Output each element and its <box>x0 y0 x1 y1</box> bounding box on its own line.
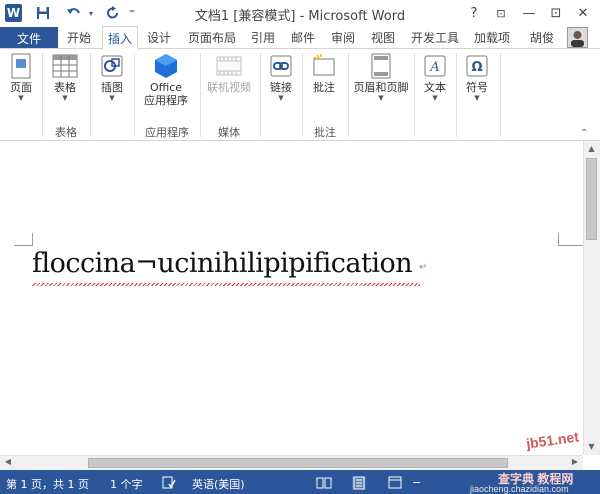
tab-mailings[interactable]: 邮件 <box>286 27 320 48</box>
chevron-down-icon: ▼ <box>474 94 480 102</box>
page-icon <box>8 53 34 79</box>
collapse-ribbon-icon[interactable]: ⌃ <box>580 128 588 139</box>
chevron-down-icon: ▼ <box>432 94 438 102</box>
tab-home[interactable]: 开始 <box>62 27 96 48</box>
group-separator <box>260 53 261 137</box>
close-button[interactable]: ✕ <box>571 3 595 23</box>
scroll-down-icon[interactable]: ▼ <box>583 442 600 451</box>
word-logo-icon[interactable]: W <box>5 4 22 22</box>
tab-addins[interactable]: 加载项 <box>470 27 514 48</box>
read-mode-icon[interactable] <box>316 476 332 492</box>
save-icon[interactable] <box>32 3 54 23</box>
group-label-tables: 表格 <box>55 126 77 139</box>
office-store-icon <box>153 53 179 79</box>
video-icon <box>216 53 242 79</box>
web-layout-icon[interactable] <box>388 476 402 492</box>
scroll-up-icon[interactable]: ▲ <box>583 144 600 153</box>
page-button[interactable]: 页面 ▼ <box>6 53 36 103</box>
chevron-down-icon: ▼ <box>62 94 68 102</box>
scroll-right-icon[interactable]: ▶ <box>569 457 581 466</box>
office-apps-button[interactable]: Office 应用程序 <box>138 53 194 107</box>
proofing-icon[interactable] <box>162 476 176 492</box>
text-box-icon: A <box>422 53 448 79</box>
chevron-down-icon: ▼ <box>18 94 24 102</box>
user-name[interactable]: 胡俊 <box>522 27 562 48</box>
ribbon-display-options-icon[interactable]: ⊡ <box>489 3 513 23</box>
paragraph-mark-icon: ↵ <box>419 262 428 273</box>
group-separator <box>456 53 457 137</box>
document-text[interactable]: floccina¬ucinihilipipification <box>32 248 413 279</box>
crop-mark-left <box>14 233 33 246</box>
online-video-button[interactable]: 联机视频 <box>204 53 254 94</box>
tab-references[interactable]: 引用 <box>246 27 280 48</box>
group-separator <box>90 53 91 137</box>
tab-view[interactable]: 视图 <box>366 27 400 48</box>
header-footer-button[interactable]: 页眉和页脚 ▼ <box>350 53 412 103</box>
document-canvas[interactable] <box>0 141 583 455</box>
undo-dropdown-icon[interactable]: ▾ <box>86 3 96 23</box>
illustrations-button[interactable]: 插图 ▼ <box>96 53 128 103</box>
illustrations-icon <box>99 53 125 79</box>
spelling-error-underline <box>32 283 420 286</box>
redo-icon[interactable] <box>102 3 124 23</box>
print-layout-icon[interactable] <box>352 476 366 493</box>
restore-button[interactable]: ⊡ <box>544 3 568 23</box>
group-label-apps: 应用程序 <box>145 126 189 139</box>
tab-page-layout[interactable]: 页面布局 <box>184 27 240 48</box>
table-button[interactable]: 表格 ▼ <box>48 53 82 103</box>
new-comment-icon <box>311 53 337 79</box>
links-button[interactable]: 链接 ▼ <box>264 53 298 103</box>
tab-developer[interactable]: 开发工具 <box>406 27 464 48</box>
group-label-comments: 批注 <box>314 126 336 139</box>
crop-mark-right <box>558 233 583 246</box>
chevron-down-icon: ▼ <box>278 94 284 102</box>
scroll-left-icon[interactable]: ◀ <box>2 457 14 466</box>
vertical-scroll-thumb[interactable] <box>586 158 597 240</box>
group-separator <box>414 53 415 137</box>
customize-qat-icon[interactable]: ⁼ <box>126 3 138 23</box>
word-count-status[interactable]: 1 个字 <box>110 476 143 492</box>
symbol-button[interactable]: Ω 符号 ▼ <box>460 53 494 103</box>
group-separator <box>348 53 349 137</box>
link-icon <box>268 53 294 79</box>
language-status[interactable]: 英语(美国) <box>192 476 245 492</box>
svg-text:Ω: Ω <box>471 60 482 75</box>
tab-file[interactable]: 文件 <box>0 27 58 49</box>
zoom-out-icon[interactable]: − <box>412 476 421 489</box>
group-separator <box>134 53 135 137</box>
group-separator <box>302 53 303 137</box>
header-footer-icon <box>368 53 394 79</box>
group-separator <box>200 53 201 137</box>
text-button[interactable]: A 文本 ▼ <box>418 53 452 103</box>
page-count-status[interactable]: 第 1 页，共 1 页 <box>6 476 89 492</box>
chevron-down-icon: ▼ <box>109 94 115 102</box>
group-label-media: 媒体 <box>218 126 240 139</box>
tab-design[interactable]: 设计 <box>142 27 176 48</box>
avatar[interactable] <box>567 27 588 48</box>
svg-text:A: A <box>429 60 439 75</box>
watermark-url: jiaocheng.chazidian.com <box>470 484 569 494</box>
horizontal-scroll-thumb[interactable] <box>88 458 508 468</box>
chevron-down-icon: ▼ <box>378 94 384 102</box>
comment-button[interactable]: 批注 <box>306 53 342 94</box>
table-icon <box>52 53 78 79</box>
omega-icon: Ω <box>464 53 490 79</box>
help-button[interactable]: ? <box>462 3 486 23</box>
tab-review[interactable]: 审阅 <box>326 27 360 48</box>
group-separator <box>500 53 501 137</box>
minimize-button[interactable]: — <box>517 3 541 23</box>
undo-icon[interactable] <box>62 3 86 23</box>
tab-insert[interactable]: 插入 <box>102 26 138 50</box>
group-separator <box>42 53 43 137</box>
